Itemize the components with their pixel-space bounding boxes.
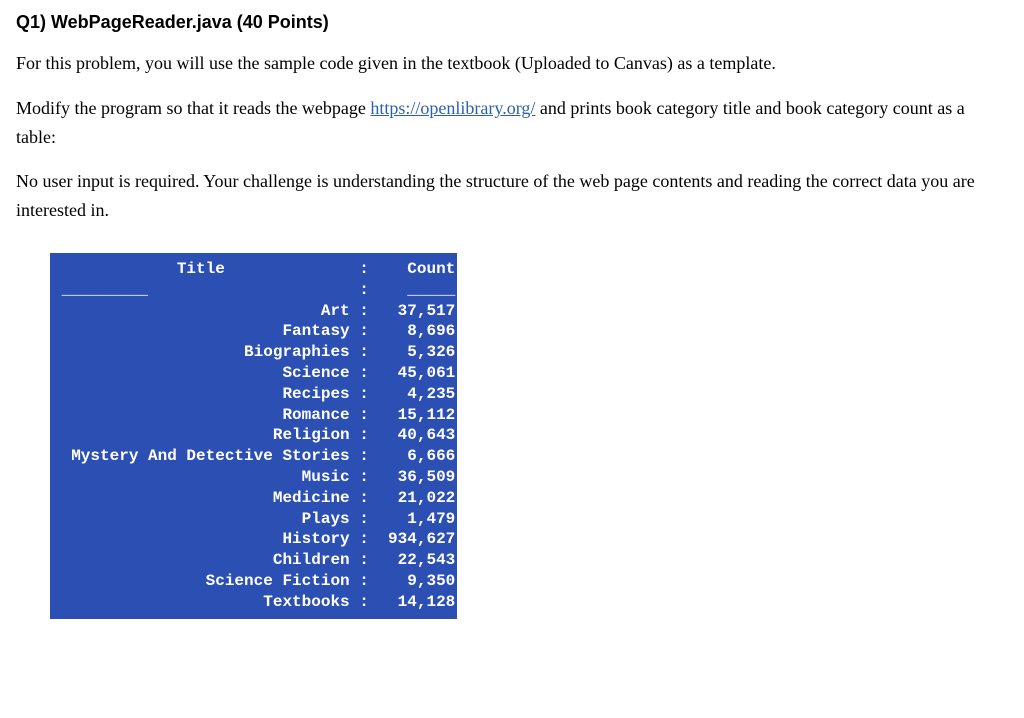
- paragraph-3: No user input is required. Your challeng…: [16, 167, 1008, 225]
- openlibrary-link[interactable]: https://openlibrary.org/: [370, 98, 535, 118]
- question-heading: Q1) WebPageReader.java (40 Points): [16, 12, 1008, 33]
- paragraph-1: For this problem, you will use the sampl…: [16, 49, 1008, 78]
- console-output-wrap: Title : Count _________ : _____ Art : 37…: [50, 253, 1008, 619]
- paragraph-2: Modify the program so that it reads the …: [16, 94, 1008, 152]
- paragraph-2-text-a: Modify the program so that it reads the …: [16, 98, 370, 118]
- console-output: Title : Count _________ : _____ Art : 37…: [50, 253, 457, 619]
